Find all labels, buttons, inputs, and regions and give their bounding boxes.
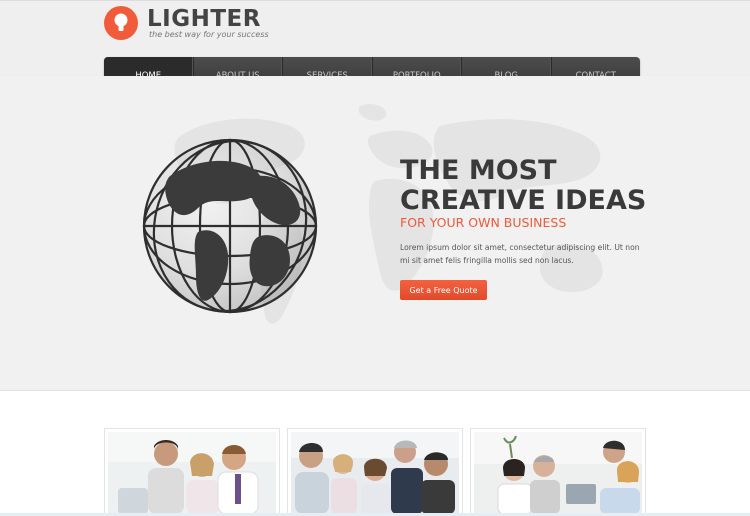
hero-subtitle: FOR YOUR OWN BUSINESS bbox=[400, 215, 567, 230]
site-title[interactable]: LIGHTER bbox=[147, 6, 261, 32]
get-quote-button[interactable]: Get a Free Quote bbox=[400, 280, 487, 300]
team-photo-3[interactable] bbox=[470, 428, 646, 516]
globe-image bbox=[142, 138, 318, 314]
hero-text: Lorem ipsum dolor sit amet, consectetur … bbox=[400, 243, 640, 265]
team-photo-2[interactable] bbox=[287, 428, 463, 516]
hero-title-line-2: CREATIVE IDEAS bbox=[400, 185, 647, 216]
team-photo-1[interactable] bbox=[104, 428, 280, 516]
hero-title: THE MOST CREATIVE IDEAS bbox=[400, 156, 646, 216]
hero-banner: THE MOST CREATIVE IDEAS FOR YOUR OWN BUS… bbox=[0, 76, 750, 391]
lightbulb-icon[interactable] bbox=[104, 6, 138, 40]
site-tagline: the best way for your success bbox=[149, 30, 269, 39]
hero-title-line-1: THE MOST bbox=[400, 155, 557, 186]
